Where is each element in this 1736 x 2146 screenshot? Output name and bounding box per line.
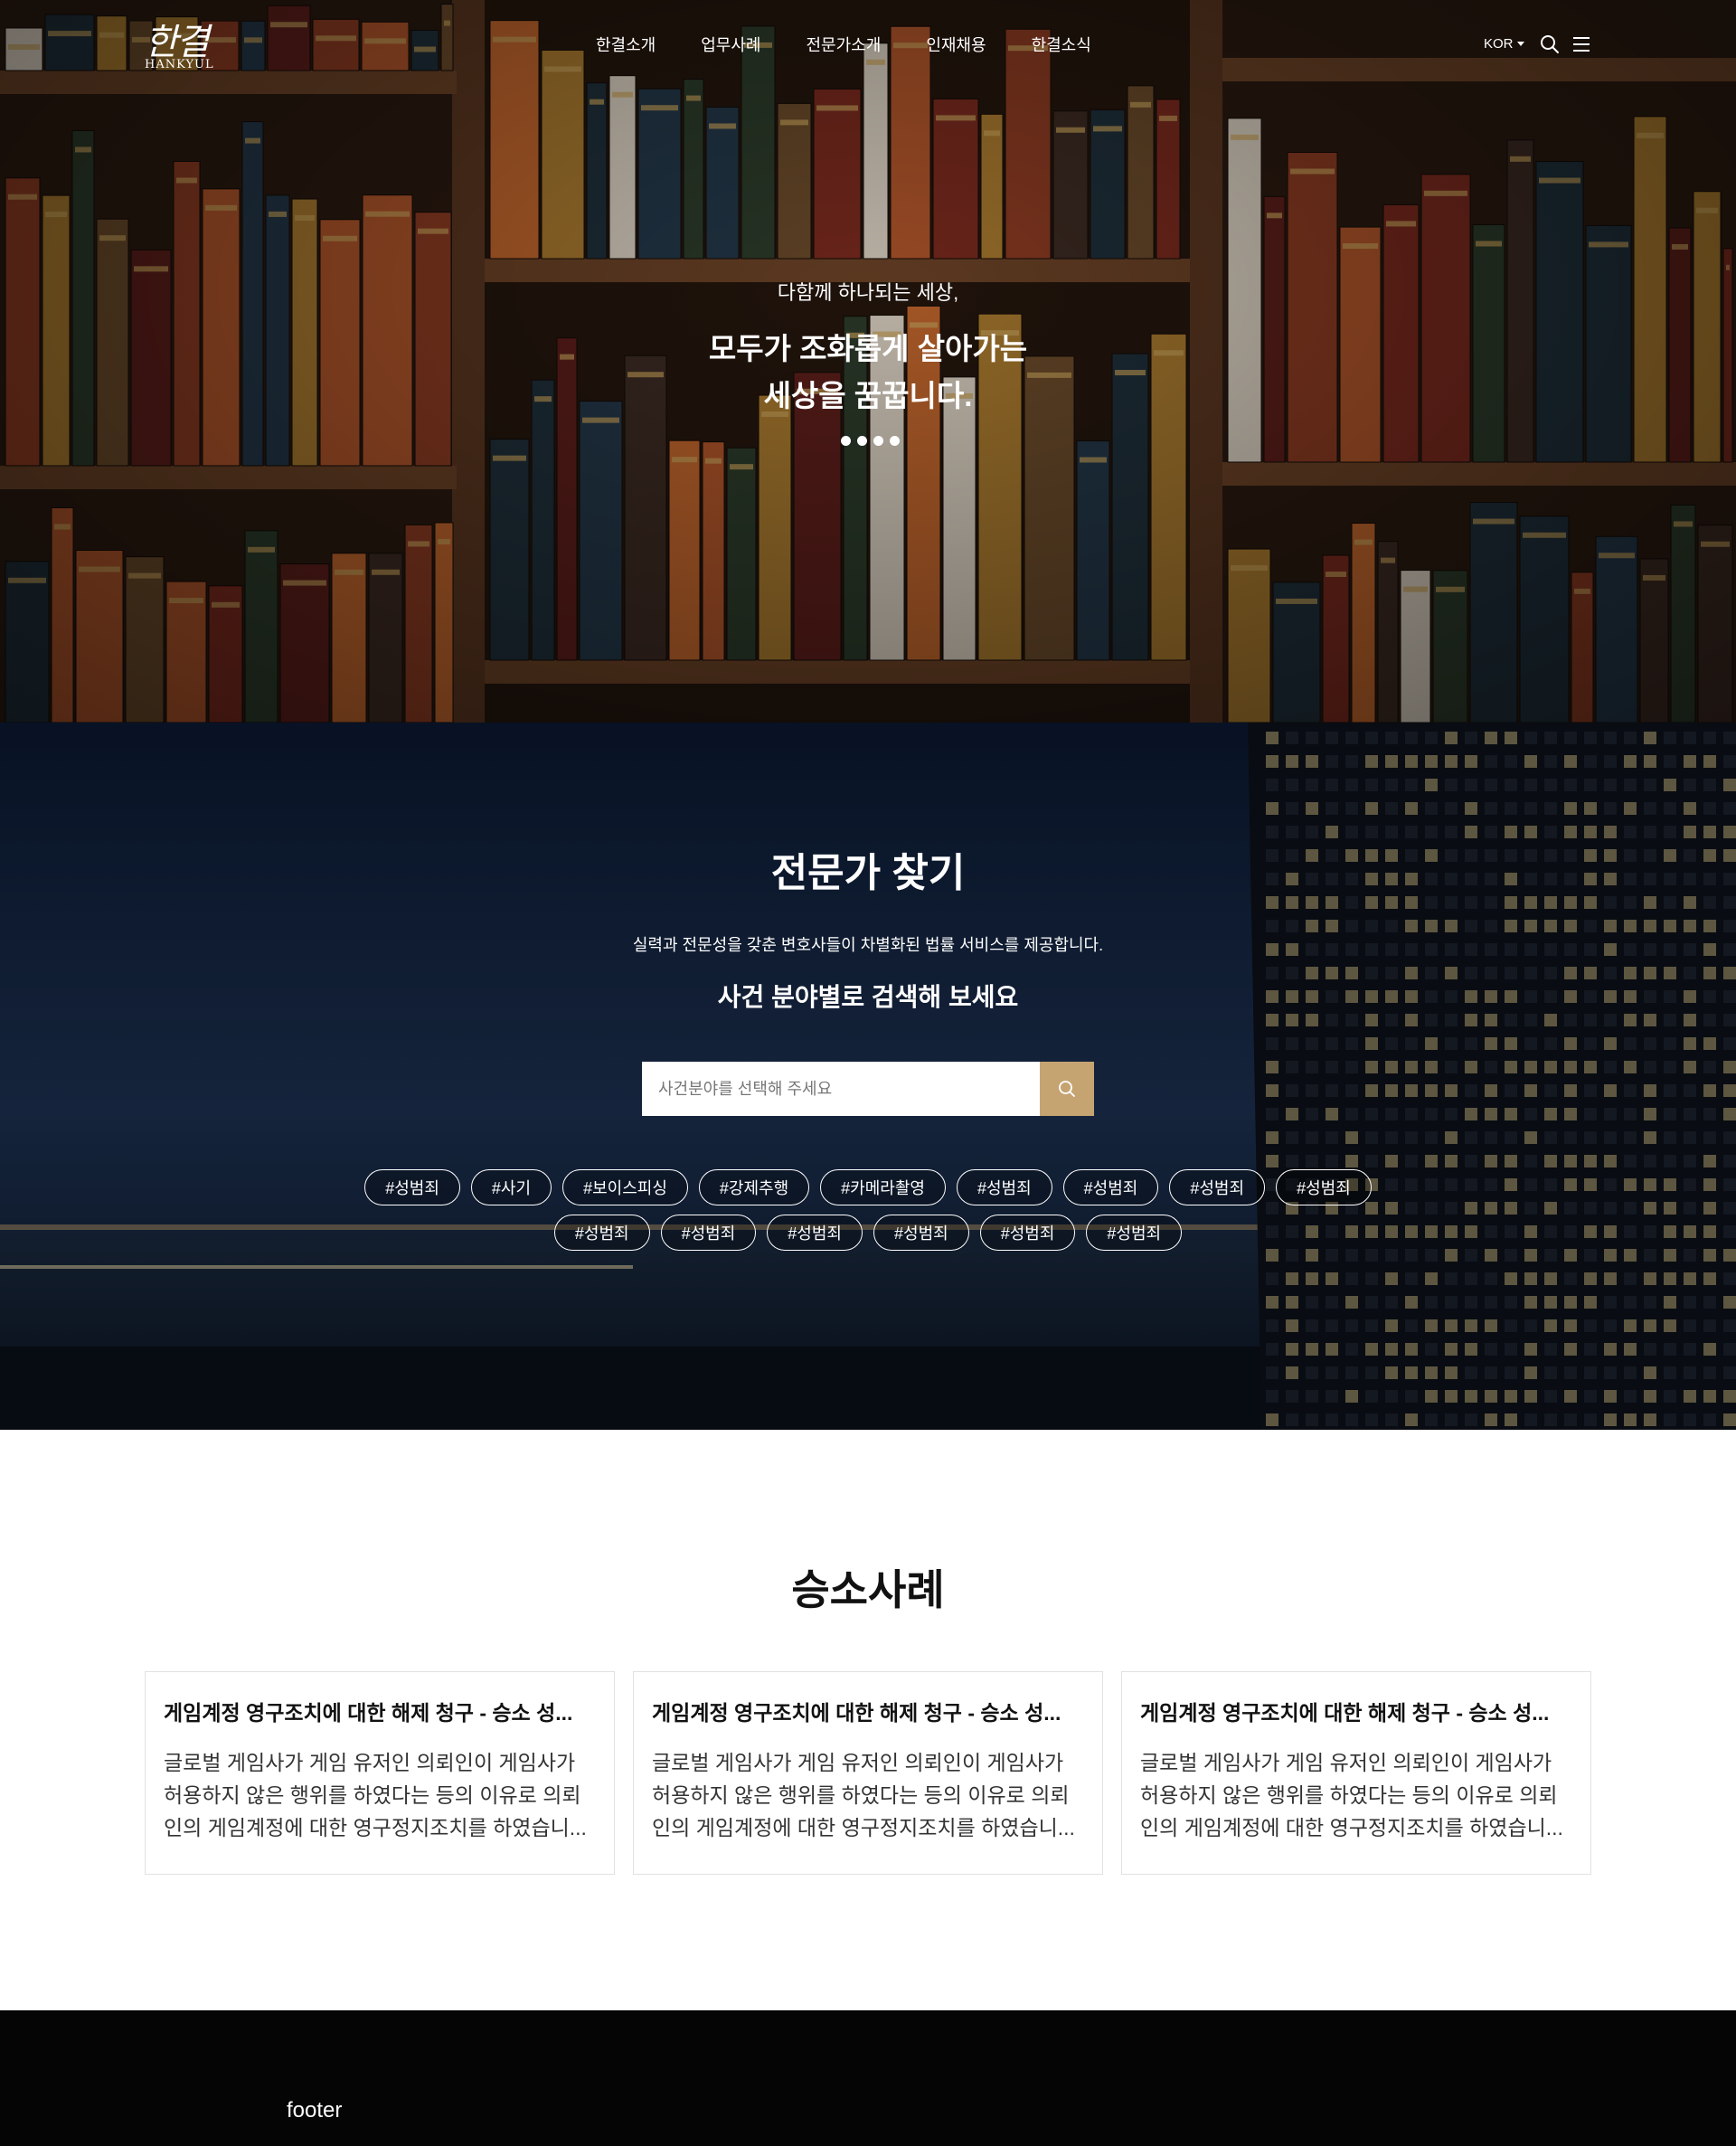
case-tag[interactable]: #사기 bbox=[470, 1169, 552, 1205]
case-search-button[interactable] bbox=[1040, 1062, 1094, 1116]
footer-text: footer bbox=[287, 2098, 343, 2122]
hero-title-line2: 세상을 꿈꿉니다. bbox=[763, 379, 973, 412]
case-card[interactable]: 게임계정 영구조치에 대한 해제 청구 - 승소 성... 글로벌 게임사가 게… bbox=[633, 1671, 1103, 1875]
search-icon bbox=[1059, 1081, 1075, 1097]
case-tag[interactable]: #성범죄 bbox=[1276, 1169, 1372, 1205]
menu-item-experts[interactable]: 전문가소개 bbox=[807, 33, 882, 56]
case-tag[interactable]: #성범죄 bbox=[956, 1169, 1052, 1205]
case-card-list: 게임계정 영구조치에 대한 해제 청구 - 승소 성... 글로벌 게임사가 게… bbox=[145, 1671, 1591, 1875]
slide-dot[interactable] bbox=[873, 436, 883, 446]
hero-subtitle: 다함께 하나되는 세상, bbox=[777, 281, 959, 304]
case-card-title: 게임계정 영구조치에 대한 해제 청구 - 승소 성... bbox=[652, 1701, 1061, 1725]
case-tag[interactable]: #성범죄 bbox=[1062, 1169, 1159, 1205]
logo-english: HANKYUL bbox=[145, 58, 214, 71]
expert-finder-content: 전문가 찾기 실력과 전문성을 갖춘 변호사들이 차별화된 법률 서비스를 제공… bbox=[0, 723, 1736, 1430]
language-label: KOR bbox=[1484, 36, 1514, 52]
finder-subtitle: 사건 분야별로 검색해 보세요 bbox=[717, 983, 1019, 1011]
hero-title-line1: 모두가 조화롭게 살아가는 bbox=[708, 332, 1028, 365]
case-card-title: 게임계정 영구조치에 대한 해제 청구 - 승소 성... bbox=[164, 1701, 573, 1725]
search-icon[interactable] bbox=[1540, 34, 1560, 54]
case-search-box bbox=[642, 1062, 1094, 1116]
case-tag[interactable]: #성범죄 bbox=[767, 1215, 863, 1251]
top-navigation: 한결 HANKYUL 한결소개 업무사례 전문가소개 인재채용 한결소식 KOR bbox=[0, 0, 1736, 90]
menu-item-careers[interactable]: 인재채용 bbox=[926, 33, 986, 56]
slide-dot[interactable] bbox=[841, 436, 851, 446]
hankyul-logo[interactable]: 한결 HANKYUL bbox=[145, 13, 226, 76]
case-tag[interactable]: #성범죄 bbox=[873, 1215, 969, 1251]
finder-title: 전문가 찾기 bbox=[770, 851, 966, 895]
menu-icon[interactable] bbox=[1571, 35, 1591, 53]
finder-description: 실력과 전문성을 갖춘 변호사들이 차별화된 법률 서비스를 제공합니다. bbox=[632, 936, 1104, 954]
case-tag[interactable]: #보이스피싱 bbox=[562, 1169, 688, 1205]
site-footer: footer bbox=[0, 2010, 1736, 2146]
case-card-summary: 글로벌 게임사가 게임 유저인 의뢰인이 게임사가 허용하지 않은 행위를 하였… bbox=[1140, 1751, 1563, 1839]
slide-dot[interactable] bbox=[890, 436, 900, 446]
case-tag[interactable]: #카메라촬영 bbox=[820, 1169, 946, 1205]
language-selector[interactable]: KOR bbox=[1484, 36, 1524, 52]
menu-item-news[interactable]: 한결소식 bbox=[1032, 33, 1091, 56]
slide-indicator bbox=[841, 436, 900, 446]
hero-section: 한결 HANKYUL 한결소개 업무사례 전문가소개 인재채용 한결소식 KOR… bbox=[0, 0, 1736, 723]
cases-title: 승소사례 bbox=[791, 1566, 945, 1613]
case-tag[interactable]: #성범죄 bbox=[979, 1215, 1076, 1251]
menu-item-cases[interactable]: 업무사례 bbox=[701, 33, 760, 56]
case-tag[interactable]: #성범죄 bbox=[1169, 1169, 1266, 1205]
case-tag[interactable]: #성범죄 bbox=[660, 1215, 757, 1251]
case-tag[interactable]: #성범죄 bbox=[364, 1169, 460, 1205]
expert-finder-section: 전문가 찾기 실력과 전문성을 갖춘 변호사들이 차별화된 법률 서비스를 제공… bbox=[0, 723, 1736, 1430]
hero-copy: 다함께 하나되는 세상, 모두가 조화롭게 살아가는 세상을 꿈꿉니다. bbox=[0, 277, 1736, 420]
case-card-title: 게임계정 영구조치에 대한 해제 청구 - 승소 성... bbox=[1140, 1701, 1550, 1725]
slide-dot[interactable] bbox=[857, 436, 867, 446]
case-card[interactable]: 게임계정 영구조치에 대한 해제 청구 - 승소 성... 글로벌 게임사가 게… bbox=[1121, 1671, 1591, 1875]
menu-item-about[interactable]: 한결소개 bbox=[596, 33, 656, 56]
case-category-input[interactable] bbox=[642, 1062, 1040, 1116]
case-card[interactable]: 게임계정 영구조치에 대한 해제 청구 - 승소 성... 글로벌 게임사가 게… bbox=[145, 1671, 615, 1875]
case-card-summary: 글로벌 게임사가 게임 유저인 의뢰인이 게임사가 허용하지 않은 행위를 하였… bbox=[652, 1751, 1075, 1839]
case-card-summary: 글로벌 게임사가 게임 유저인 의뢰인이 게임사가 허용하지 않은 행위를 하였… bbox=[164, 1751, 587, 1839]
case-tag[interactable]: #성범죄 bbox=[553, 1215, 650, 1251]
caret-down-icon bbox=[1516, 42, 1524, 46]
case-tag[interactable]: #강제추행 bbox=[698, 1169, 810, 1205]
main-menu: 한결소개 업무사례 전문가소개 인재채용 한결소식 bbox=[596, 33, 1137, 56]
case-tag[interactable]: #성범죄 bbox=[1086, 1215, 1183, 1251]
case-tag-list: #성범죄 #사기 #보이스피싱 #강제추행 #카메라촬영 #성범죄 #성범죄 #… bbox=[326, 1169, 1410, 1251]
